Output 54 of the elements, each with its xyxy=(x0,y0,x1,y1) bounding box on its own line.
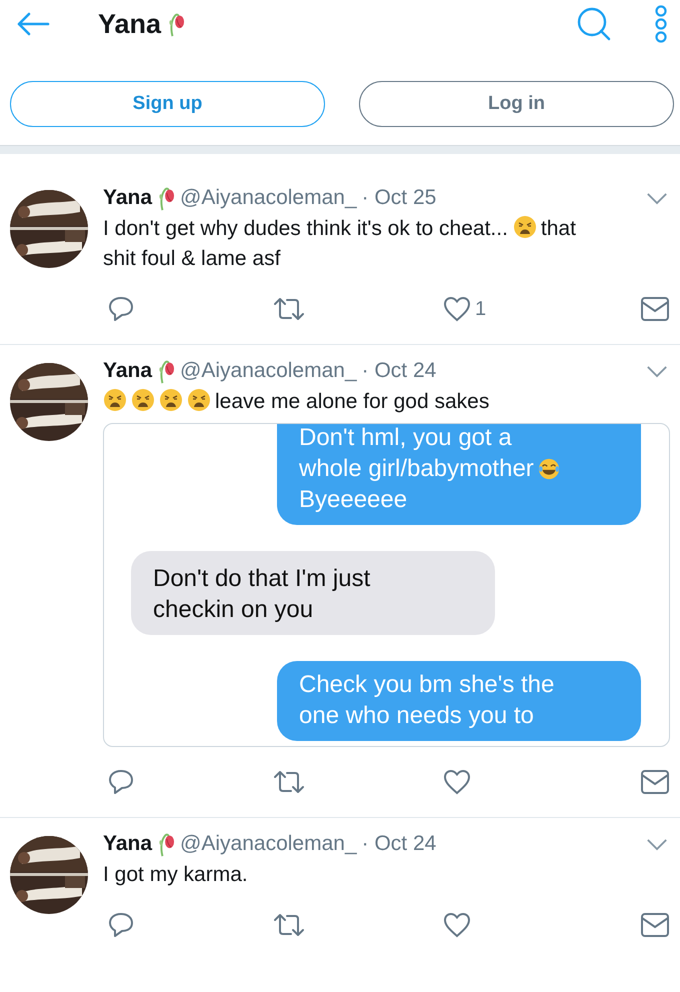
heart-icon[interactable] xyxy=(443,296,471,322)
sign-up-button[interactable]: Sign up xyxy=(10,81,325,127)
back-arrow-icon[interactable] xyxy=(16,12,50,36)
log-in-button[interactable]: Log in xyxy=(359,81,674,127)
envelope-icon[interactable] xyxy=(640,769,670,795)
envelope-icon[interactable] xyxy=(640,912,670,938)
heart-icon[interactable] xyxy=(443,912,471,938)
profile-title: Yana xyxy=(98,8,162,40)
chat-screenshot[interactable]: Don't hml, you got a whole girl/babymother Byeeeeee Don't do that I'm just checkin on you Check you bm she's the one who needs you to xyxy=(103,423,670,747)
tweet-text: I got my karma. xyxy=(103,862,248,888)
wilted-rose-icon xyxy=(157,832,176,856)
wilted-rose-icon xyxy=(157,358,176,384)
weary-emoji-icon xyxy=(187,388,211,412)
wilted-rose-icon xyxy=(167,12,186,36)
message-text: Byeeeeee xyxy=(299,486,408,513)
envelope-icon[interactable] xyxy=(640,296,670,322)
weary-emoji-icon xyxy=(131,388,155,412)
author-handle: @Aiyanacoleman_ xyxy=(180,359,357,383)
laughing-emoji-icon xyxy=(538,458,560,480)
tweet-text: that xyxy=(540,216,576,242)
reply-icon[interactable] xyxy=(107,768,135,796)
author-name: Yana xyxy=(103,832,152,856)
tweet-date: · Oct 24 xyxy=(362,832,436,856)
retweet-icon[interactable] xyxy=(272,295,306,323)
more-options-icon[interactable] xyxy=(654,5,668,43)
tweet-text: leave me alone for god sakes xyxy=(215,389,490,415)
message-text: Check you bm she's the xyxy=(299,671,554,698)
message-text: whole girl/babymother xyxy=(299,455,534,482)
chevron-down-icon[interactable] xyxy=(646,364,668,378)
weary-emoji-icon xyxy=(512,215,537,239)
wilted-rose-icon xyxy=(157,186,176,210)
chevron-down-icon[interactable] xyxy=(646,838,668,850)
reply-icon[interactable] xyxy=(107,295,135,323)
author-handle: @Aiyanacoleman_ xyxy=(180,186,357,210)
retweet-icon[interactable] xyxy=(272,911,306,939)
like-count: 1 xyxy=(475,298,486,320)
author-handle: @Aiyanacoleman_ xyxy=(180,832,357,856)
tweet-text: shit foul & lame asf xyxy=(103,246,280,272)
retweet-icon[interactable] xyxy=(272,768,306,796)
author-name: Yana xyxy=(103,359,152,383)
chevron-down-icon[interactable] xyxy=(646,192,668,204)
reply-icon[interactable] xyxy=(107,911,135,939)
message-text: Don't hml, you got a xyxy=(299,424,512,451)
tweet-text: I don't get why dudes think it's ok to cheat... xyxy=(103,216,508,242)
tweet-date: · Oct 25 xyxy=(362,186,436,210)
tweet-date: · Oct 24 xyxy=(362,359,436,383)
weary-emoji-icon xyxy=(103,388,127,412)
message-text: Don't do that I'm just xyxy=(153,565,370,592)
search-icon[interactable] xyxy=(576,6,612,42)
weary-emoji-icon xyxy=(159,388,183,412)
message-text: checkin on you xyxy=(153,596,314,623)
author-name: Yana xyxy=(103,186,152,210)
heart-icon[interactable] xyxy=(443,769,471,795)
message-text: one who needs you to xyxy=(299,702,534,729)
